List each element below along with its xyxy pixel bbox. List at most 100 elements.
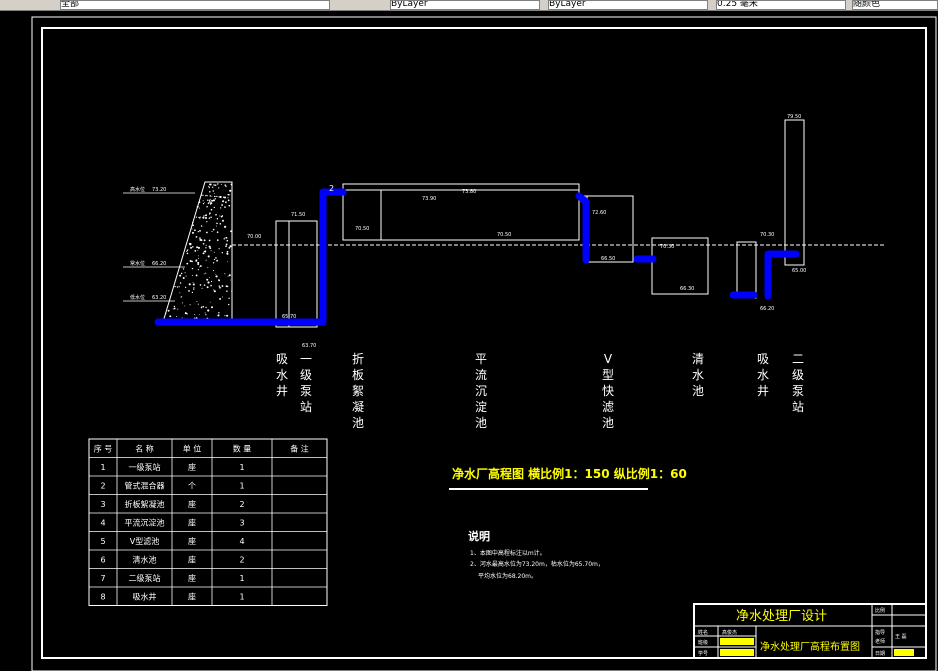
hatch-dot <box>221 252 223 254</box>
hatch-dot <box>215 213 217 216</box>
hatch-dot <box>199 229 201 232</box>
hatch-dot <box>211 195 213 197</box>
hatch-dot <box>224 237 226 239</box>
layer-dropdown[interactable]: 全部 <box>60 0 330 10</box>
lineweight-dropdown[interactable]: 0.25 毫米 <box>716 0 846 10</box>
table-cell: 3 <box>100 500 105 509</box>
hatch-dot <box>209 195 211 197</box>
hatch-dot <box>225 246 227 248</box>
hatch-dot <box>217 218 218 220</box>
title-block-label-name: 姓名 <box>698 629 708 636</box>
hatch-dot <box>193 287 195 289</box>
hatch-dot <box>204 312 206 314</box>
hatch-dot <box>193 317 195 319</box>
hatch-dot <box>218 279 221 282</box>
table-cell: 6 <box>100 555 105 564</box>
hatch-dot <box>202 200 204 202</box>
hatch-dot <box>223 196 227 199</box>
hatch-dot <box>215 196 217 198</box>
linetype-dropdown[interactable]: ByLayer <box>548 0 708 10</box>
hatch-dot <box>199 217 201 219</box>
make-current-button[interactable] <box>334 0 348 10</box>
hatch-dot <box>203 273 205 275</box>
elevation-label: 65.00 <box>792 268 806 274</box>
table-cell: 折板絮凝池 <box>125 499 165 509</box>
hatch-dot <box>225 285 228 288</box>
table-cell: 5 <box>100 537 105 546</box>
hatch-dot <box>229 189 232 192</box>
layer-manager-button[interactable] <box>2 0 16 10</box>
elevation-label: 73.80 <box>462 189 476 195</box>
lineweight-dropdown-value: 0.25 毫米 <box>717 0 758 9</box>
process-label-intake-well: 吸水井 <box>276 352 288 398</box>
elevation-label: 70.30 <box>760 232 774 238</box>
table-cell: 管式混合器 <box>125 480 165 490</box>
hatch-dot <box>205 214 207 216</box>
hatch-dot <box>214 198 216 200</box>
hatch-dot <box>205 194 207 197</box>
hatch-dot <box>224 273 226 275</box>
hatch-dot <box>199 266 201 268</box>
flocculation-tank <box>342 189 382 241</box>
hatch-dot <box>203 239 206 242</box>
table-header-cell: 数 量 <box>233 443 252 453</box>
hatch-dot <box>230 279 232 281</box>
elevation-label: 73.90 <box>422 196 436 202</box>
hatch-dot <box>207 267 209 268</box>
process-labels: 吸水井一级泵站折板絮凝池平流沉淀池V 型快滤池清水池吸水井二级泵站 <box>276 351 804 430</box>
hatch-dot <box>206 286 209 289</box>
title-block-label-checker: 指导 <box>875 629 885 636</box>
hatch-dot <box>191 291 194 294</box>
table-header-cell: 名 称 <box>135 443 154 453</box>
hatch-dot <box>213 192 215 194</box>
elevation-label: 66.30 <box>680 286 694 292</box>
hatch-dot <box>207 255 210 258</box>
hatch-dot <box>207 202 210 204</box>
hatch-dot <box>186 252 189 255</box>
hatch-dot <box>184 305 186 307</box>
hatch-dot <box>184 312 187 315</box>
elevation-labels: 70.00 71.50 65.70 63.70 73.90 73.80 70.5… <box>247 114 806 349</box>
hatch-dot <box>197 230 199 233</box>
hatch-dot <box>211 231 213 233</box>
section-marker: 2 <box>329 184 334 193</box>
hatch-dot <box>217 314 220 317</box>
hatch-dot <box>219 223 222 225</box>
plotstyle-dropdown[interactable]: 随颜色 <box>852 0 938 10</box>
elevation-label: 72.60 <box>592 210 606 216</box>
elevation-label: 71.50 <box>291 212 305 218</box>
title-block-label-date: 日期 <box>875 651 885 657</box>
hatch-dot <box>208 199 211 201</box>
hatch-dot <box>227 261 229 262</box>
hatch-dot <box>213 289 215 291</box>
hatch-dot <box>192 246 194 248</box>
hatch-dot <box>203 215 205 217</box>
hatch-dot <box>177 308 179 310</box>
hatch-dot <box>219 297 222 300</box>
table-cell: 座 <box>188 554 196 564</box>
pump-station-2-structure <box>784 119 805 266</box>
hatch-dot <box>206 195 208 197</box>
hatch-dot <box>216 259 218 262</box>
cad-drawing-canvas[interactable]: 高水位 73.20 常水位 66.20 低水位 63.20 2 70.00 71… <box>0 10 938 671</box>
hatch-dot <box>210 284 212 287</box>
normal-water-label: 常水位 <box>130 260 145 267</box>
notes-line-1: 1、本图中高程标注以m计。 <box>470 549 546 557</box>
table-cell: 2 <box>100 481 105 490</box>
table-cell: 个 <box>188 481 196 490</box>
hatch-dot <box>229 194 231 196</box>
table-cell: 1 <box>239 463 244 472</box>
high-water-label: 高水位 <box>130 186 145 193</box>
hatch-dot <box>205 244 207 246</box>
hatch-dot <box>209 213 211 215</box>
hatch-dot <box>204 216 208 220</box>
table-header-cell: 序 号 <box>94 443 113 453</box>
hatch-dot <box>225 243 228 246</box>
color-dropdown[interactable]: ByLayer <box>390 0 540 10</box>
hatch-dot <box>188 290 190 292</box>
hatch-dot <box>189 304 191 306</box>
table-cell: 二级泵站 <box>129 573 161 583</box>
hatch-dot <box>197 303 199 305</box>
hatch-dot <box>230 230 233 233</box>
title-block-highlight <box>720 649 754 656</box>
